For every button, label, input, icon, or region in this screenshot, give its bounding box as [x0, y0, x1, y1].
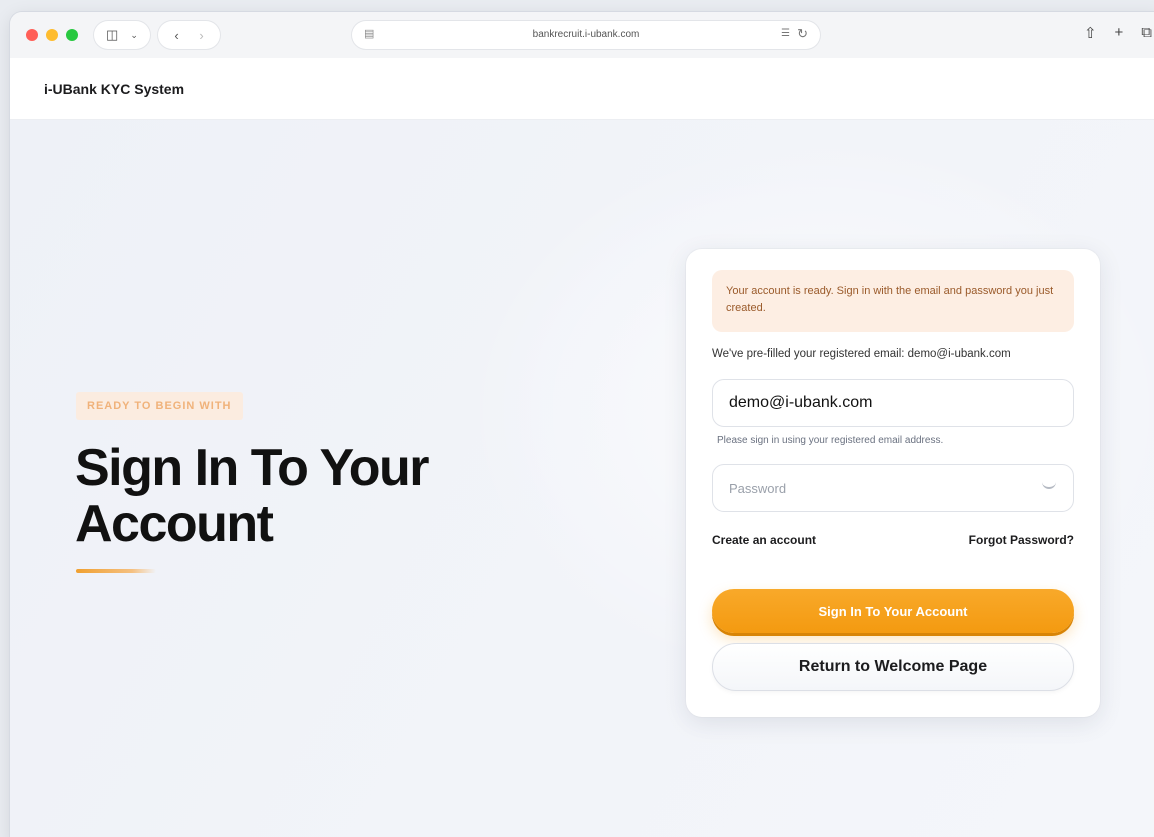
page-title: Sign In To Your Account — [75, 439, 430, 553]
title-underline — [76, 569, 156, 573]
address-bar[interactable]: ▤ bankrecruit.i-ubank.com ☰ ↻ — [352, 21, 820, 49]
navigation-buttons: ‹ › — [158, 21, 220, 49]
browser-window: ◫ ⌄ ‹ › ▤ bankrecruit.i-ubank.com ☰ ↻ ⇧ … — [10, 12, 1154, 837]
reload-icon[interactable]: ↻ — [797, 26, 808, 42]
browser-toolbar: ◫ ⌄ ‹ › ▤ bankrecruit.i-ubank.com ☰ ↻ ⇧ … — [10, 12, 1154, 58]
minimize-window-button[interactable] — [46, 29, 58, 41]
email-field[interactable] — [712, 379, 1074, 427]
main-content: READY TO BEGIN WITH Sign In To Your Acco… — [10, 120, 1154, 837]
zoom-window-button[interactable] — [66, 29, 78, 41]
account-ready-notice: Your account is ready. Sign in with the … — [712, 270, 1074, 332]
password-field-wrapper — [712, 464, 1074, 512]
forgot-password-link[interactable]: Forgot Password? — [969, 533, 1074, 547]
back-icon[interactable]: ‹ — [174, 28, 178, 43]
create-account-link[interactable]: Create an account — [712, 533, 816, 547]
close-window-button[interactable] — [26, 29, 38, 41]
address-url[interactable]: bankrecruit.i-ubank.com — [352, 29, 820, 40]
toolbar-actions: ⇧ + ⧉ — [1084, 24, 1152, 42]
eyebrow-badge: READY TO BEGIN WITH — [76, 392, 243, 420]
brand-title: i-UBank KYC System — [44, 81, 185, 97]
tabs-icon[interactable]: ⧉ — [1141, 24, 1152, 42]
translate-icon[interactable]: ☰ — [781, 28, 790, 39]
login-card: Your account is ready. Sign in with the … — [686, 249, 1100, 717]
sidebar-toggle-button[interactable]: ◫ ⌄ — [94, 21, 150, 49]
sign-in-button[interactable]: Sign In To Your Account — [712, 589, 1074, 633]
prefill-message: We've pre-filled your registered email: … — [712, 348, 1011, 360]
password-field[interactable] — [712, 464, 1074, 512]
forward-icon[interactable]: › — [199, 28, 203, 43]
plus-icon[interactable]: + — [1115, 24, 1124, 42]
chevron-down-icon: ⌄ — [130, 29, 138, 40]
account-links: Create an account Forgot Password? — [712, 533, 1074, 547]
email-helper-text: Please sign in using your registered ema… — [717, 435, 944, 446]
app-header: i-UBank KYC System — [10, 58, 1154, 120]
return-welcome-button[interactable]: Return to Welcome Page — [712, 643, 1074, 691]
share-icon[interactable]: ⇧ — [1084, 24, 1097, 42]
sidebar-icon: ◫ — [106, 27, 119, 42]
